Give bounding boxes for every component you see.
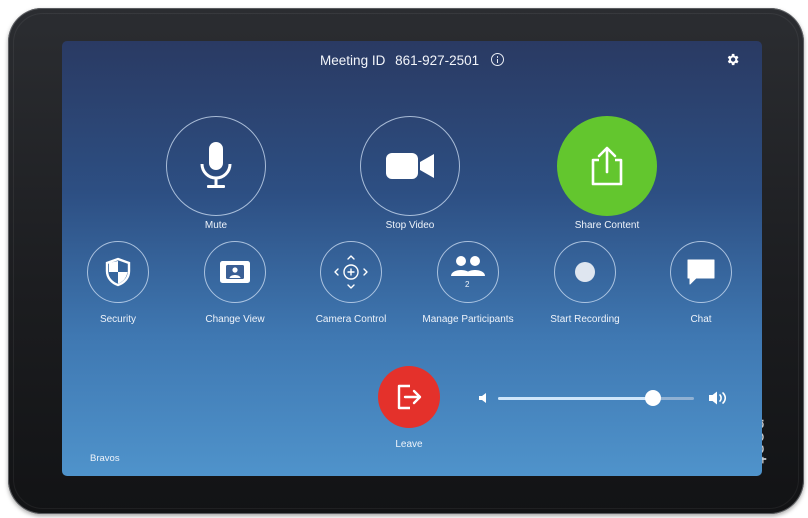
manage-participants-button[interactable]: 2	[437, 241, 499, 303]
stop-video-button[interactable]	[360, 116, 460, 216]
stop-video-label: Stop Video	[385, 220, 435, 231]
volume-thumb[interactable]	[644, 390, 661, 406]
volume-high-icon	[709, 391, 727, 405]
camera-dpad-icon	[334, 255, 368, 289]
volume-slider[interactable]	[498, 390, 694, 406]
mute-button[interactable]	[166, 116, 266, 216]
chat-icon	[687, 259, 715, 285]
meeting-id-bar: Meeting ID 861-927-2501	[62, 53, 762, 68]
volume-fill	[498, 396, 653, 400]
meeting-id-label: Meeting ID	[320, 53, 386, 68]
participant-count-badge: 2	[465, 280, 470, 289]
exit-icon	[397, 384, 422, 410]
meeting-id-value: 861-927-2501	[395, 53, 480, 68]
chat-button[interactable]	[670, 241, 732, 303]
leave-button[interactable]	[378, 366, 440, 428]
video-camera-icon	[386, 153, 434, 179]
room-name: Bravos	[90, 453, 120, 464]
meeting-controls-screen: Meeting ID 861-927-2501 Mute Stop Video …	[62, 41, 762, 476]
security-button[interactable]	[87, 241, 149, 303]
camera-control-button[interactable]	[320, 241, 382, 303]
share-icon	[591, 146, 623, 186]
mute-label: Mute	[204, 220, 228, 231]
microphone-icon	[200, 142, 232, 188]
leave-label: Leave	[395, 439, 423, 450]
record-icon	[575, 262, 595, 282]
chat-label: Chat	[690, 314, 712, 325]
start-recording-button[interactable]	[554, 241, 616, 303]
shield-icon	[105, 257, 131, 287]
change-view-button[interactable]	[204, 241, 266, 303]
participants-icon	[451, 256, 485, 276]
share-content-button[interactable]	[557, 116, 657, 216]
share-content-label: Share Content	[574, 220, 640, 231]
gallery-view-icon	[220, 261, 250, 283]
info-icon[interactable]	[490, 53, 504, 66]
volume-low-icon	[479, 393, 486, 403]
gear-icon[interactable]	[725, 52, 740, 67]
